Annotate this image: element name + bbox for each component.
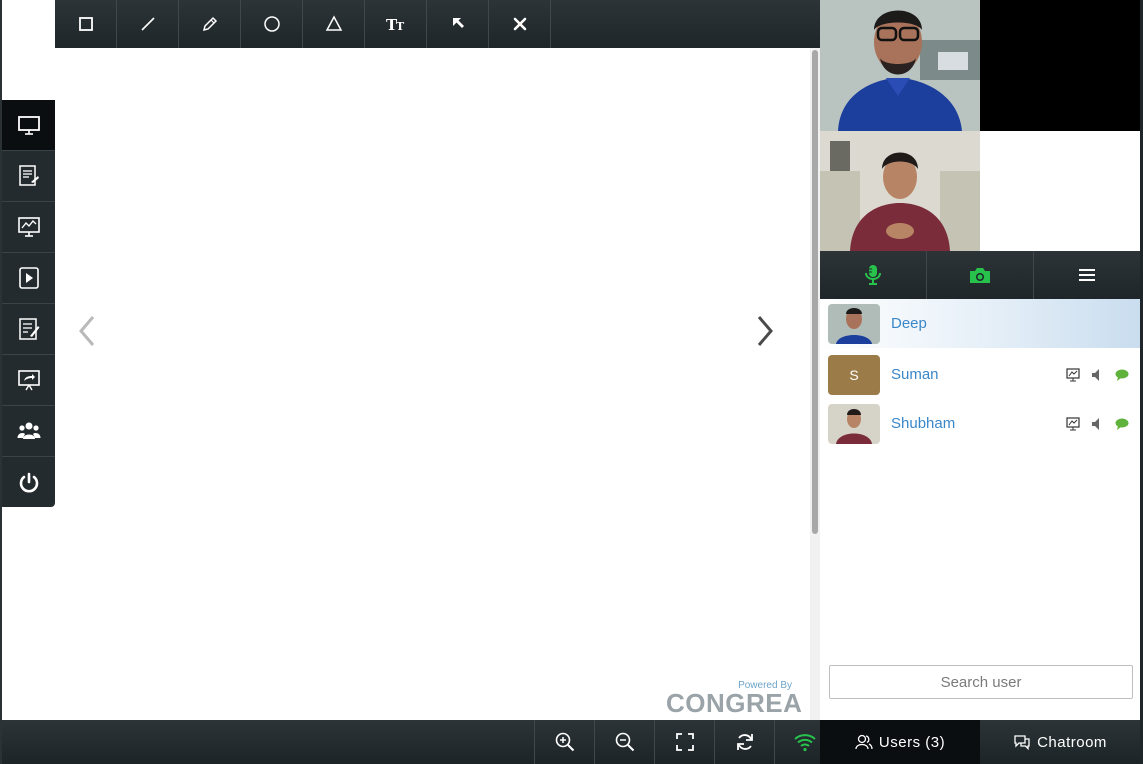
microphone-toggle-button[interactable] [820,251,927,299]
pointer-icon [452,18,464,28]
network-signal-icon [793,734,816,752]
text-tool-button[interactable]: TT [365,0,427,48]
user-name[interactable]: Suman [891,366,939,383]
video-panel [820,0,1140,251]
sidebar-item-document-share[interactable] [2,151,55,202]
avatar [828,403,880,444]
sidebar-item-breakout-users[interactable] [2,406,55,457]
whiteboard-scrollbar[interactable] [810,48,820,720]
fit-screen-button[interactable] [654,720,714,764]
left-sidebar [2,100,55,507]
camera-icon [970,268,990,283]
empty-video-slot [980,0,1140,131]
tab-chatroom[interactable]: Chatroom [980,720,1140,764]
previous-page-arrow-icon[interactable] [75,313,99,349]
tab-chatroom-label: Chatroom [1037,733,1107,751]
line-tool-button[interactable] [117,0,179,48]
pencil-icon [202,16,217,32]
presentation-share-icon [17,370,40,391]
scrollbar-thumb[interactable] [812,50,818,534]
whiteboard-canvas[interactable] [55,48,809,720]
sidebar-item-notes[interactable] [2,304,55,355]
avatar: S [828,354,880,395]
next-page-arrow-icon[interactable] [753,313,777,349]
sidebar-item-video-player[interactable] [2,253,55,304]
sidebar-item-screen-share[interactable] [2,202,55,253]
sidebar-item-presentation-share[interactable] [2,355,55,406]
svg-text:T: T [396,20,405,33]
users-icon [855,734,873,750]
tab-users[interactable]: Users (3) [820,720,980,764]
power-icon [19,472,38,492]
user-permissions [1066,416,1130,431]
app-root: TT Powered By CONGREA Deep S Suman Shubh… [0,0,1143,764]
zoom-in-icon [555,732,574,752]
student-video-frame [820,131,980,251]
teacher-video [820,0,980,131]
menu-icon [1079,269,1095,281]
screen-share-permission-icon[interactable] [1066,416,1080,431]
rectangle-tool-button[interactable] [55,0,117,48]
sidebar-item-power[interactable] [2,457,55,508]
whiteboard-toolbar: TT [55,0,820,48]
congrea-branding: Powered By CONGREA [664,680,802,718]
breakout-users-icon [17,422,40,439]
user-list: Deep S Suman Shubham [820,299,1140,661]
speaker-muted-icon[interactable] [1090,368,1104,382]
reload-icon [736,734,753,750]
avatar [828,303,880,344]
text-icon: TT [386,16,405,33]
list-item[interactable]: Shubham [820,399,1140,448]
clear-tool-button[interactable] [489,0,551,48]
chatroom-icon [1014,735,1030,751]
pencil-tool-button[interactable] [179,0,241,48]
rectangle-icon [78,17,93,31]
notes-icon [18,318,39,340]
student-video [820,131,980,251]
tab-users-label: Users (3) [878,733,946,751]
search-user-input[interactable]: Search user [829,665,1133,699]
circle-icon [263,16,280,32]
clear-icon [513,17,526,31]
reload-button[interactable] [714,720,774,764]
media-control-bar [820,251,1140,299]
zoom-out-button[interactable] [594,720,654,764]
zoom-in-button[interactable] [534,720,594,764]
user-name[interactable]: Shubham [891,415,955,432]
list-item[interactable]: Deep [820,299,1140,348]
circle-tool-button[interactable] [241,0,303,48]
sidebar-item-whiteboard[interactable] [2,100,55,151]
whiteboard-icon [17,116,40,135]
avatar-photo [828,403,880,444]
speaker-muted-icon[interactable] [1090,417,1104,431]
triangle-icon [325,15,342,31]
line-icon [140,17,155,31]
pointer-tool-button[interactable] [427,0,489,48]
microphone-icon [865,265,881,285]
camera-toggle-button[interactable] [927,251,1034,299]
fit-screen-icon [675,733,694,751]
congrea-logo: CONGREA [666,688,803,718]
triangle-tool-button[interactable] [303,0,365,48]
user-name[interactable]: Deep [891,315,927,332]
chat-bubble-icon[interactable] [1114,417,1130,431]
bottom-toolbar [2,720,820,764]
user-permissions [1066,367,1130,382]
document-share-icon [18,165,39,186]
list-item[interactable]: S Suman [820,350,1140,399]
avatar-letter: S [849,366,859,383]
zoom-out-icon [615,732,634,752]
zoom-controls [534,720,834,764]
settings-menu-button[interactable] [1034,251,1140,299]
screen-share-permission-icon[interactable] [1066,367,1080,382]
panel-tabs: Users (3) Chatroom [820,720,1140,764]
chat-bubble-icon[interactable] [1114,368,1130,382]
avatar-photo [828,303,880,344]
teacher-video-frame [820,0,980,131]
screen-share-icon [17,217,40,237]
video-player-icon [18,267,39,289]
